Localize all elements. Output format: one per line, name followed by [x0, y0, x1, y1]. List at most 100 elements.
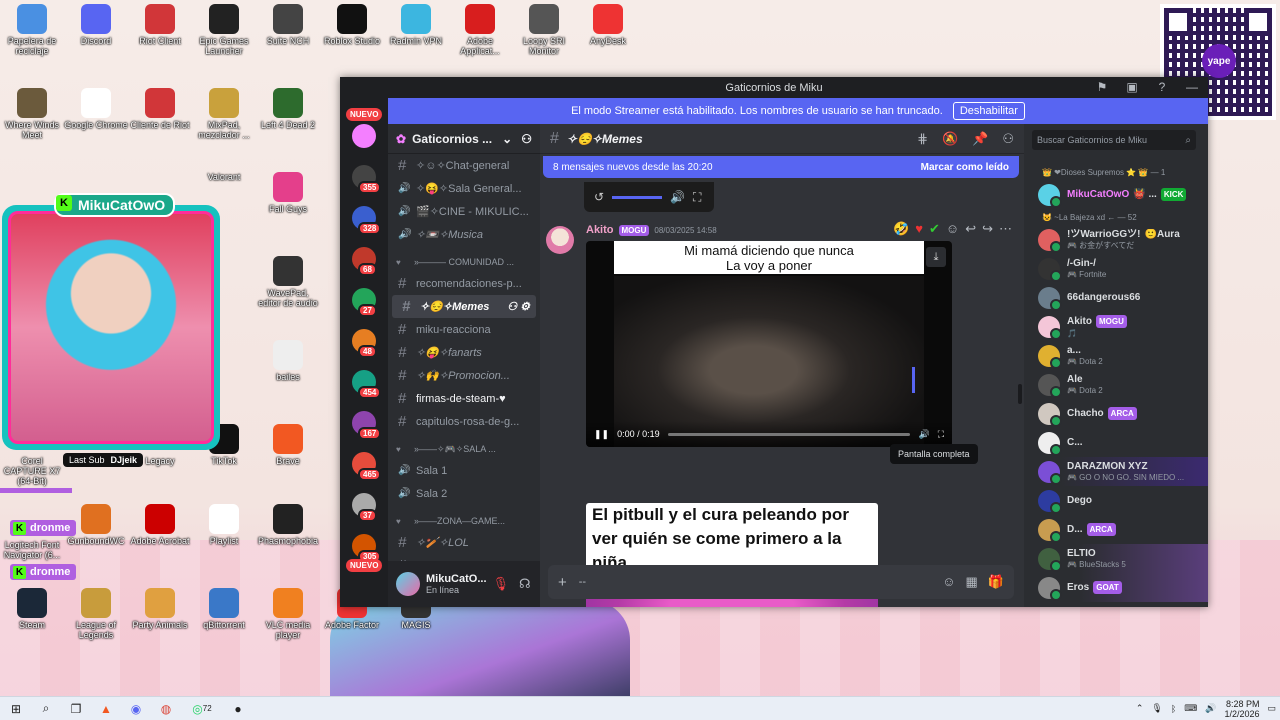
channel-category[interactable]: ♥ »——ZONA—GAME... [388, 505, 540, 531]
fullscreen-icon[interactable]: ⛶ [693, 190, 701, 205]
server-icon[interactable] [352, 124, 376, 148]
heart-reaction-icon[interactable]: ♥ [915, 221, 923, 237]
text-channel[interactable]: # firmas-de-steam-♥ [388, 387, 540, 410]
member-item[interactable]: D... ARCA [1024, 515, 1208, 544]
desktop-icon[interactable]: Loopy SRI Monitor [512, 4, 576, 56]
desktop-icon[interactable]: Phasmophobia [256, 504, 320, 546]
flag-icon[interactable]: ⚑ [1094, 79, 1110, 95]
text-channel[interactable]: # ✧😝✧fanarts [388, 341, 540, 364]
member-item[interactable]: Akito MOGU 🎵 [1024, 312, 1208, 341]
message-composer[interactable]: + -- ☺ ▦ 🎁 [548, 565, 1014, 599]
member-item[interactable]: Dego [1024, 486, 1208, 515]
chrome-icon[interactable]: ◍ [154, 699, 178, 719]
desktop-icon[interactable]: bailes [256, 340, 320, 382]
pause-icon[interactable]: ❚❚ [594, 429, 609, 440]
fullscreen-icon[interactable]: ⛶ [938, 429, 944, 440]
desktop-icon[interactable]: Corel CAPTURE X7 (64-Bit) [0, 456, 64, 486]
desktop-icon[interactable]: Fall Guys [256, 172, 320, 214]
discord-icon[interactable]: ◉ [124, 699, 148, 719]
video-player[interactable]: Mi mamá diciendo que nunca La voy a pone… [586, 241, 952, 447]
notifications-icon[interactable]: ▭ [1267, 703, 1276, 714]
avatar[interactable] [546, 226, 574, 254]
message-input[interactable]: -- [579, 576, 930, 588]
mic-muted-icon[interactable]: 🎙 [493, 576, 510, 592]
member-item[interactable]: Ale 🎮 Dota 2 [1024, 370, 1208, 399]
minimize-icon[interactable]: — [1184, 79, 1200, 95]
member-item[interactable]: DARAZMON XYZ 🎮 GO O NO GO. SIN MIEDO ... [1024, 457, 1208, 486]
desktop-icon[interactable]: Adobe Applicat... [448, 4, 512, 56]
volume-icon[interactable]: 🔊 [918, 429, 929, 440]
forward-icon[interactable]: ↪ [982, 221, 993, 237]
add-member-icon[interactable]: ⚇ [521, 132, 532, 146]
voice-channel[interactable]: 🔊 🎬✧CINE - MIKULIC... [388, 200, 540, 223]
text-channel[interactable]: # ✧🏏✧LOL [388, 531, 540, 554]
text-channel[interactable]: # ✧🙌✧Promocion... [388, 364, 540, 387]
mic-icon[interactable]: 🎙 [1151, 703, 1162, 714]
search-input[interactable]: Buscar Gaticornios de Miku ⌕ [1032, 130, 1196, 150]
emoji-icon[interactable]: ☺ [942, 574, 955, 590]
notifications-muted-icon[interactable]: 🔕 [942, 131, 958, 147]
voice-channel[interactable]: 🔊 ✧📼✧Musica [388, 223, 540, 246]
more-icon[interactable]: ⋯ [999, 221, 1012, 237]
desktop-icon[interactable]: Where Winds Meet [0, 88, 64, 140]
replay-icon[interactable]: ↺ [594, 190, 604, 204]
desktop-icon[interactable]: Discord [64, 4, 128, 46]
desktop-icon[interactable]: Party Animals [128, 588, 192, 630]
desktop-icon[interactable]: qBittorrent [192, 588, 256, 630]
network-icon[interactable]: ⌨ [1184, 703, 1197, 714]
desktop-icon[interactable]: AnyDesk [576, 4, 640, 46]
text-channel[interactable]: #✧⚔✧Dota2 [388, 554, 540, 561]
text-channel[interactable]: # recomendaciones-p... [388, 272, 540, 295]
obs-icon[interactable]: ● [226, 699, 250, 719]
laugh-reaction-icon[interactable]: 🤣 [893, 221, 909, 237]
task-view-icon[interactable]: ❐ [64, 699, 88, 719]
desktop-icon[interactable]: Playlist [192, 504, 256, 546]
member-item[interactable]: MikuCatOwO 👹 ... KICK [1024, 180, 1208, 209]
desktop-icon[interactable]: Epic Games Launcher [192, 4, 256, 56]
desktop-icon[interactable]: Roblox Studio [320, 4, 384, 46]
desktop-icon[interactable]: Logitech Font Navigator (6... [0, 540, 64, 560]
volume-icon[interactable]: 🔊 [1205, 703, 1216, 714]
volume-slider[interactable] [912, 367, 915, 393]
plus-icon[interactable]: + [558, 574, 567, 591]
text-channel[interactable]: # ✧😔✧Memes ⚇ ⚙ [392, 295, 536, 318]
video-progress[interactable] [667, 432, 911, 436]
member-item[interactable]: a... 🎮 Dota 2 [1024, 341, 1208, 370]
whatsapp-icon[interactable]: ◎ 72 [184, 699, 220, 719]
channel-settings-icon[interactable]: ⚇ ⚙ [507, 300, 530, 313]
pin-icon[interactable]: 📌 [972, 131, 988, 147]
voice-channel[interactable]: 🔊 Sala 2 [388, 482, 540, 505]
member-item[interactable]: /-Gin-/🎮 Fortnite [1024, 254, 1208, 283]
desktop-icon[interactable]: Papelera de reciclaje [0, 4, 64, 56]
member-item[interactable]: ELTIO 🎮 BlueStacks 5 [1024, 544, 1208, 573]
text-channel[interactable]: # capitulos-rosa-de-g... [388, 410, 540, 433]
desktop-icon[interactable]: WavePad, editor de audio [256, 256, 320, 308]
mark-read-button[interactable]: Marcar como leído [921, 162, 1009, 173]
bluetooth-icon[interactable]: ᛒ [1171, 704, 1176, 714]
chevron-up-icon[interactable]: ⌃ [1136, 703, 1144, 714]
members-icon[interactable]: ⚇ [1002, 131, 1014, 147]
member-item[interactable]: Chacho ARCA [1024, 399, 1208, 428]
check-reaction-icon[interactable]: ✔ [929, 221, 940, 237]
download-icon[interactable]: ⤓ [926, 247, 946, 267]
avatar[interactable] [396, 572, 420, 596]
text-channel[interactable]: # ✧☺✧Chat-general [388, 154, 540, 177]
previous-audio-player[interactable]: ↺ 🔊 ⛶ [584, 182, 714, 212]
threads-icon[interactable]: ⋕ [917, 131, 928, 147]
gift-icon[interactable]: 🎁 [988, 574, 1004, 590]
text-channel[interactable]: # miku-reacciona [388, 318, 540, 341]
desktop-icon[interactable]: League of Legends [64, 588, 128, 640]
new-messages-bar[interactable]: 8 mensajes nuevos desde las 20:20 Marcar… [543, 156, 1019, 178]
server-header[interactable]: ✿ Gaticornios ... ⌄ ⚇ [388, 124, 540, 154]
inbox-icon[interactable]: ▣ [1124, 79, 1140, 95]
desktop-icon[interactable]: Steam [0, 588, 64, 630]
windows-start-icon[interactable]: ⊞ [4, 699, 28, 719]
reply-icon[interactable]: ↩ [965, 221, 976, 237]
desktop-icon[interactable]: Cliente de Riot [128, 88, 192, 130]
search-icon[interactable]: ⌕ [34, 699, 58, 719]
desktop-icon[interactable]: MixPad, mezclador ... [192, 88, 256, 140]
brave-icon[interactable]: ▲ [94, 699, 118, 719]
member-item[interactable]: Eros GOAT [1024, 573, 1208, 602]
headset-icon[interactable]: ☊ [519, 576, 531, 592]
discord-window[interactable]: Gaticornios de Miku ⚑ ▣ ? — NUEVO 355 328 6… [340, 77, 1208, 607]
